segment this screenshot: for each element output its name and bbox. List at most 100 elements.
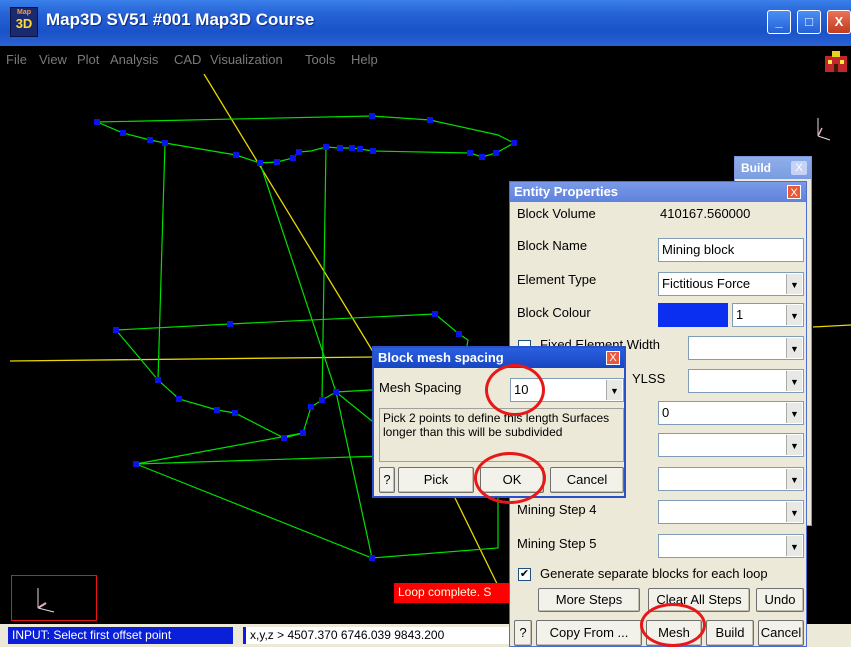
node[interactable] [133,461,139,467]
mesh-dialog-title: Block mesh spacing [374,348,624,368]
block-name-field[interactable]: Mining block [658,238,804,262]
node[interactable] [349,145,355,151]
chevron-down-icon: ▼ [606,380,622,400]
node[interactable] [120,130,126,136]
generate-separate-label: Generate separate blocks for each loop [540,566,768,581]
reference-line [9,356,376,362]
fixed-width-select[interactable]: ▼ [688,336,804,360]
mesh-dialog-close-button[interactable]: X [606,351,620,365]
node[interactable] [274,159,280,165]
node[interactable] [370,148,376,154]
block-volume-value: 410167.560000 [660,206,751,221]
node[interactable] [155,377,161,383]
build-panel-close-button[interactable]: X [791,161,807,175]
menu-visualization[interactable]: Visualization [210,52,283,67]
node[interactable] [300,430,306,436]
menu-tools[interactable]: Tools [305,52,335,67]
block-colour-select[interactable]: 1 ▼ [732,303,804,327]
cancel-button[interactable]: Cancel [758,620,804,646]
chevron-down-icon: ▼ [786,274,802,294]
block-name-label: Block Name [517,238,588,253]
ylss-select[interactable]: ▼ [688,369,804,393]
node[interactable] [232,410,238,416]
menu-cad[interactable]: CAD [174,52,201,67]
undo-button[interactable]: Undo [756,588,804,612]
top-loop [96,115,516,164]
node[interactable] [214,407,220,413]
node[interactable] [281,435,287,441]
mesh-help-button[interactable]: ? [379,467,395,493]
block-colour-label: Block Colour [517,305,591,320]
chevron-down-icon: ▼ [786,536,802,556]
node[interactable] [227,321,233,327]
chevron-down-icon: ▼ [786,469,802,489]
node[interactable] [333,389,339,395]
entity-properties-title: Entity Properties [510,182,806,202]
chevron-down-icon: ▼ [786,403,802,423]
node[interactable] [456,331,462,337]
node[interactable] [162,140,168,146]
node[interactable] [511,140,517,146]
coordinate-readout: x,y,z > 4507.370 6746.039 9843.200 [243,627,511,644]
node[interactable] [467,150,473,156]
chevron-down-icon: ▼ [786,305,802,325]
node[interactable] [357,146,363,152]
mining-step-4-select[interactable]: ▼ [658,500,804,524]
element-type-select[interactable]: Fictitious Force ▼ [658,272,804,296]
node[interactable] [233,152,239,158]
highlight-ring [485,364,545,416]
node[interactable] [147,137,153,143]
generate-separate-checkbox[interactable]: ✔ [518,568,531,581]
pick-button[interactable]: Pick [398,467,474,493]
menu-help[interactable]: Help [351,52,378,67]
build-button[interactable]: Build [706,620,754,646]
input-prompt: INPUT: Select first offset point [8,627,233,644]
loop-message: Loop complete. S [394,583,510,603]
node[interactable] [176,396,182,402]
node[interactable] [113,327,119,333]
mining-step-1-select[interactable]: 0 ▼ [658,401,804,425]
mining-step-3-select[interactable]: ▼ [658,467,804,491]
node[interactable] [427,117,433,123]
node[interactable] [337,145,343,151]
node[interactable] [369,113,375,119]
chevron-down-icon: ▼ [786,435,802,455]
element-type-label: Element Type [517,272,597,287]
mining-step-2-select[interactable]: ▼ [658,433,804,457]
more-steps-button[interactable]: More Steps [538,588,640,612]
node[interactable] [369,555,375,561]
axis-triad-icon [37,588,55,613]
mesh-cancel-button[interactable]: Cancel [550,467,624,493]
node[interactable] [493,150,499,156]
node[interactable] [308,404,314,410]
reference-line [812,324,851,328]
block-colour-swatch[interactable] [658,303,728,327]
node[interactable] [296,149,302,155]
node[interactable] [257,160,263,166]
menu-view[interactable]: View [39,52,67,67]
close-button[interactable]: X [827,10,851,34]
node[interactable] [94,119,100,125]
menu-bar: File View Plot Analysis CAD Visualizatio… [0,46,851,74]
chevron-down-icon: ▼ [786,502,802,522]
mining-step-5-label: Mining Step 5 [517,536,597,551]
chevron-down-icon: ▼ [786,371,802,391]
node[interactable] [290,155,296,161]
entity-properties-close-button[interactable]: X [787,185,801,199]
menu-analysis[interactable]: Analysis [110,52,158,67]
minimize-button[interactable]: _ [767,10,791,34]
highlight-ring [640,603,706,647]
mining-step-5-select[interactable]: ▼ [658,534,804,558]
help-button[interactable]: ? [514,620,532,646]
node[interactable] [479,154,485,160]
menu-plot[interactable]: Plot [77,52,99,67]
menu-file[interactable]: File [6,52,27,67]
copy-from-button[interactable]: Copy From ... [536,620,642,646]
block-volume-label: Block Volume [517,206,596,221]
node[interactable] [432,311,438,317]
node[interactable] [319,397,325,403]
maximize-button[interactable]: □ [797,10,821,34]
window-title: Map3D SV51 #001 Map3D Course [46,10,315,29]
node[interactable] [323,144,329,150]
chevron-down-icon: ▼ [786,338,802,358]
